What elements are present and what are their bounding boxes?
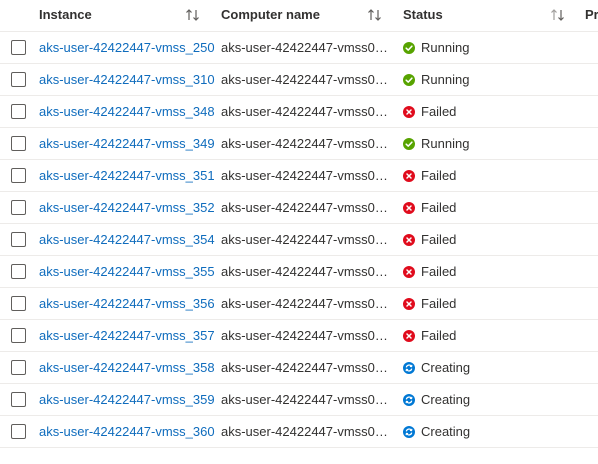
table-row[interactable]: aks-user-42422447-vmss_348 aks-user-42422… bbox=[0, 96, 598, 128]
status-text: Failed bbox=[421, 328, 457, 343]
computer-name-cell: aks-user-42422447-vmss00... bbox=[221, 328, 389, 343]
instance-link[interactable]: aks-user-42422447-vmss_250 bbox=[39, 32, 215, 64]
check-circle-icon bbox=[403, 42, 415, 54]
column-header-status[interactable]: Status bbox=[403, 0, 443, 31]
row-checkbox[interactable] bbox=[11, 232, 26, 247]
column-header-computer-name[interactable]: Computer name bbox=[221, 0, 320, 31]
sort-icon[interactable] bbox=[185, 8, 201, 22]
status-text: Running bbox=[421, 136, 470, 151]
instance-link[interactable]: aks-user-42422447-vmss_356 bbox=[39, 288, 215, 320]
status-text: Failed bbox=[421, 296, 457, 311]
status-text: Creating bbox=[421, 392, 471, 407]
instance-link[interactable]: aks-user-42422447-vmss_351 bbox=[39, 160, 215, 192]
row-checkbox[interactable] bbox=[11, 328, 26, 343]
instance-link[interactable]: aks-user-42422447-vmss_354 bbox=[39, 224, 215, 256]
instance-link[interactable]: aks-user-42422447-vmss_348 bbox=[39, 96, 215, 128]
row-checkbox[interactable] bbox=[11, 168, 26, 183]
sort-icon[interactable] bbox=[367, 8, 383, 22]
table-row[interactable]: aks-user-42422447-vmss_356 aks-user-42422… bbox=[0, 288, 598, 320]
row-checkbox[interactable] bbox=[11, 104, 26, 119]
sync-circle-icon bbox=[403, 426, 415, 438]
error-circle-icon bbox=[403, 298, 415, 310]
check-circle-icon bbox=[403, 138, 415, 150]
table-row[interactable]: aks-user-42422447-vmss_310 aks-user-42422… bbox=[0, 64, 598, 96]
row-checkbox[interactable] bbox=[11, 392, 26, 407]
computer-name-cell: aks-user-42422447-vmss00... bbox=[221, 104, 389, 119]
error-circle-icon bbox=[403, 202, 415, 214]
computer-name-cell: aks-user-42422447-vmss00... bbox=[221, 296, 389, 311]
row-checkbox[interactable] bbox=[11, 200, 26, 215]
error-circle-icon bbox=[403, 106, 415, 118]
status-text: Running bbox=[421, 72, 470, 87]
table-row[interactable]: aks-user-42422447-vmss_358 aks-user-42422… bbox=[0, 352, 598, 384]
row-checkbox[interactable] bbox=[11, 136, 26, 151]
table-row[interactable]: aks-user-42422447-vmss_351 aks-user-42422… bbox=[0, 160, 598, 192]
row-checkbox[interactable] bbox=[11, 264, 26, 279]
status-text: Creating bbox=[421, 360, 471, 375]
computer-name-cell: aks-user-42422447-vmss00... bbox=[221, 168, 389, 183]
status-text: Creating bbox=[421, 424, 471, 439]
status-text: Failed bbox=[421, 200, 457, 215]
table-row[interactable]: aks-user-42422447-vmss_357 aks-user-42422… bbox=[0, 320, 598, 352]
computer-name-cell: aks-user-42422447-vmss00... bbox=[221, 136, 389, 151]
computer-name-cell: aks-user-42422447-vmss00... bbox=[221, 40, 389, 55]
table-row[interactable]: aks-user-42422447-vmss_359 aks-user-42422… bbox=[0, 384, 598, 416]
computer-name-cell: aks-user-42422447-vmss00... bbox=[221, 200, 389, 215]
error-circle-icon bbox=[403, 330, 415, 342]
instance-link[interactable]: aks-user-42422447-vmss_355 bbox=[39, 256, 215, 288]
computer-name-cell: aks-user-42422447-vmss00... bbox=[221, 424, 389, 439]
instance-link[interactable]: aks-user-42422447-vmss_359 bbox=[39, 384, 215, 416]
error-circle-icon bbox=[403, 170, 415, 182]
grid-header: Instance Computer name Status Pr bbox=[0, 0, 598, 32]
sort-icon[interactable] bbox=[550, 8, 566, 22]
column-header-instance[interactable]: Instance bbox=[39, 0, 92, 31]
table-row[interactable]: aks-user-42422447-vmss_352 aks-user-42422… bbox=[0, 192, 598, 224]
instance-link[interactable]: aks-user-42422447-vmss_349 bbox=[39, 128, 215, 160]
status-text: Failed bbox=[421, 104, 457, 119]
table-row[interactable]: aks-user-42422447-vmss_349 aks-user-42422… bbox=[0, 128, 598, 160]
column-header-partial[interactable]: Pr bbox=[585, 0, 598, 31]
sync-circle-icon bbox=[403, 394, 415, 406]
row-checkbox[interactable] bbox=[11, 424, 26, 439]
instances-grid: Instance Computer name Status Pr aks-use… bbox=[0, 0, 598, 448]
instance-link[interactable]: aks-user-42422447-vmss_357 bbox=[39, 320, 215, 352]
computer-name-cell: aks-user-42422447-vmss00... bbox=[221, 360, 389, 375]
status-text: Failed bbox=[421, 232, 457, 247]
table-row[interactable]: aks-user-42422447-vmss_354 aks-user-42422… bbox=[0, 224, 598, 256]
table-row[interactable]: aks-user-42422447-vmss_355 aks-user-42422… bbox=[0, 256, 598, 288]
row-checkbox[interactable] bbox=[11, 40, 26, 55]
status-text: Failed bbox=[421, 264, 457, 279]
computer-name-cell: aks-user-42422447-vmss00... bbox=[221, 72, 389, 87]
sync-circle-icon bbox=[403, 362, 415, 374]
grid-body: aks-user-42422447-vmss_250 aks-user-42422… bbox=[0, 32, 598, 448]
instance-link[interactable]: aks-user-42422447-vmss_358 bbox=[39, 352, 215, 384]
status-text: Failed bbox=[421, 168, 457, 183]
row-checkbox[interactable] bbox=[11, 360, 26, 375]
instance-link[interactable]: aks-user-42422447-vmss_360 bbox=[39, 416, 215, 448]
error-circle-icon bbox=[403, 266, 415, 278]
error-circle-icon bbox=[403, 234, 415, 246]
row-checkbox[interactable] bbox=[11, 296, 26, 311]
computer-name-cell: aks-user-42422447-vmss00... bbox=[221, 264, 389, 279]
table-row[interactable]: aks-user-42422447-vmss_250 aks-user-42422… bbox=[0, 32, 598, 64]
row-checkbox[interactable] bbox=[11, 72, 26, 87]
table-row[interactable]: aks-user-42422447-vmss_360 aks-user-42422… bbox=[0, 416, 598, 448]
instance-link[interactable]: aks-user-42422447-vmss_310 bbox=[39, 64, 215, 96]
computer-name-cell: aks-user-42422447-vmss00... bbox=[221, 232, 389, 247]
status-text: Running bbox=[421, 40, 470, 55]
check-circle-icon bbox=[403, 74, 415, 86]
computer-name-cell: aks-user-42422447-vmss00... bbox=[221, 392, 389, 407]
instance-link[interactable]: aks-user-42422447-vmss_352 bbox=[39, 192, 215, 224]
